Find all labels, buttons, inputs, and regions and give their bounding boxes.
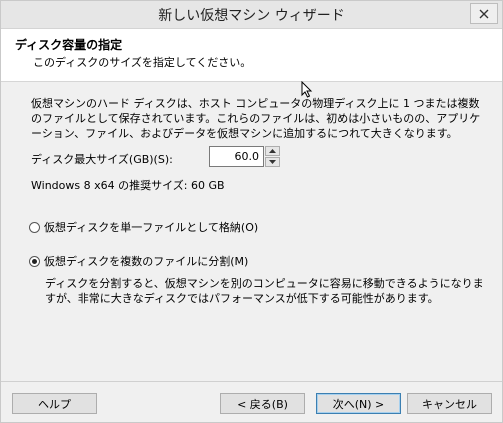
wizard-window: 新しい仮想マシン ウィザード ディスク容量の指定 このディスクのサイズを指定して… [0, 0, 503, 423]
multiple-files-option[interactable]: 仮想ディスクを複数のファイルに分割(M) [29, 253, 248, 269]
max-size-stepper[interactable]: 60.0 [209, 146, 281, 167]
page-subtitle: このディスクのサイズを指定してください。 [33, 56, 252, 69]
max-size-input[interactable]: 60.0 [209, 146, 264, 167]
footer-divider [1, 381, 502, 382]
title-bar: 新しい仮想マシン ウィザード [1, 1, 502, 29]
single-file-label: 仮想ディスクを単一ファイルとして格納(O) [44, 221, 259, 234]
multiple-files-radio[interactable] [29, 255, 40, 267]
window-title: 新しい仮想マシン ウィザード [158, 8, 345, 24]
stepper-buttons [265, 146, 280, 167]
multiple-files-description: ディスクを分割すると、仮想マシンを別のコンピュータに容易に移動できるようになりま… [45, 277, 484, 305]
disk-description: 仮想マシンのハード ディスクは、ホスト コンピュータの物理ディスク上に 1 つま… [31, 97, 481, 140]
back-button[interactable]: < 戻る(B) [220, 393, 305, 414]
recommended-size: Windows 8 x64 の推奨サイズ: 60 GB [31, 179, 225, 192]
single-file-radio[interactable] [29, 221, 40, 233]
arrow-down-icon [269, 160, 276, 164]
wizard-header: ディスク容量の指定 このディスクのサイズを指定してください。 [1, 29, 502, 82]
arrow-up-icon [269, 149, 276, 153]
next-button[interactable]: 次へ(N) > [316, 393, 401, 414]
stepper-down-button[interactable] [265, 157, 280, 167]
max-size-label: ディスク最大サイズ(GB)(S): [31, 153, 173, 166]
single-file-option[interactable]: 仮想ディスクを単一ファイルとして格納(O) [29, 219, 258, 235]
stepper-up-button[interactable] [265, 146, 280, 156]
close-button[interactable] [470, 3, 498, 24]
multiple-files-label: 仮想ディスクを複数のファイルに分割(M) [44, 255, 249, 268]
close-icon [479, 9, 489, 18]
cancel-button[interactable]: キャンセル [407, 393, 492, 414]
page-title: ディスク容量の指定 [15, 38, 123, 52]
help-button[interactable]: ヘルプ [12, 393, 97, 414]
